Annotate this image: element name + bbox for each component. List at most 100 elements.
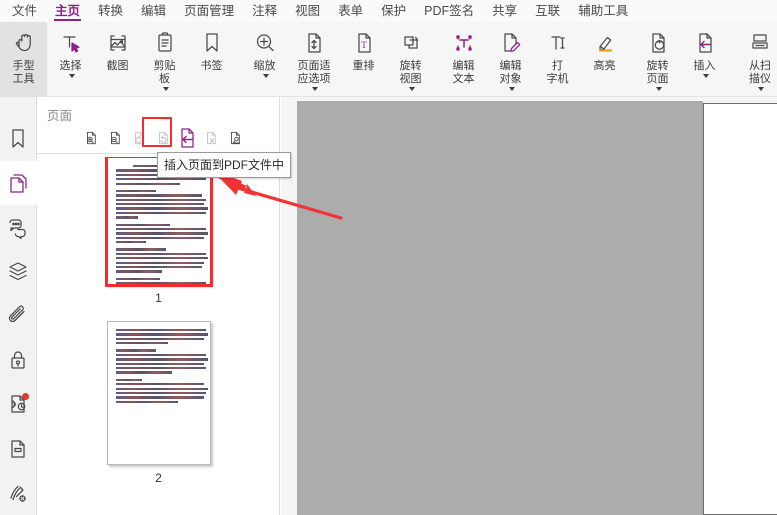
rail-item-article[interactable] xyxy=(0,427,37,471)
ribbon-button-rotate-view[interactable]: 旋转 视图 xyxy=(387,22,434,97)
thumbnail-text-line xyxy=(116,270,162,272)
chevron-down-icon[interactable] xyxy=(701,73,709,81)
menu-item-1[interactable]: 文件 xyxy=(0,0,46,22)
ribbon-button-snapshot[interactable]: 截图 xyxy=(94,22,141,97)
ribbon-button-insert-page[interactable]: 插入 xyxy=(681,22,728,97)
document-viewport[interactable] xyxy=(281,97,777,515)
edit-text-icon xyxy=(450,28,478,58)
ribbon-button-label: 书签 xyxy=(188,60,235,73)
ribbon-button-label: 剪贴 板 xyxy=(141,60,188,85)
ribbon-button-from-scanner[interactable]: 从扫 描仪 xyxy=(734,22,777,97)
chevron-down-icon[interactable] xyxy=(310,85,318,93)
menu-item-10[interactable]: PDF签名 xyxy=(415,0,483,22)
typewriter-icon xyxy=(544,28,572,58)
ribbon-button-zoom-in[interactable]: 缩放 xyxy=(241,22,288,97)
menu-item-11[interactable]: 共享 xyxy=(483,0,526,22)
ribbon-button-label: 编辑 文本 xyxy=(440,60,487,85)
rail-item-attachment[interactable] xyxy=(0,294,37,338)
page-thumbnail-item[interactable]: 1 xyxy=(37,157,280,321)
thumbnail-text-line xyxy=(116,266,202,268)
ribbon-button-label: 选择 xyxy=(47,60,94,73)
chevron-down-icon[interactable] xyxy=(756,85,764,93)
ribbon-button-edit-object[interactable]: 编辑 对象 xyxy=(487,22,534,97)
pdf-editor-window: 文件主页转换编辑页面管理注释视图表单保护PDF签名共享互联辅助工具 手型 工具选… xyxy=(0,0,777,515)
ribbon-button-label: 打 字机 xyxy=(534,60,581,85)
attachment-icon xyxy=(4,302,32,330)
insert-page-icon xyxy=(173,124,201,152)
delete-page-icon xyxy=(201,128,221,148)
chevron-down-icon[interactable] xyxy=(261,73,269,81)
menu-item-9[interactable]: 保护 xyxy=(372,0,415,22)
thumbnail-text-line xyxy=(116,190,156,192)
ribbon-button-bookmark[interactable]: 书签 xyxy=(188,22,235,97)
thumbnail-text-line xyxy=(116,203,204,205)
menu-item-2[interactable]: 主页 xyxy=(46,0,89,22)
ribbon-button-edit-text[interactable]: 编辑 文本 xyxy=(440,22,487,97)
thumbnail-text-line xyxy=(116,383,204,385)
panel-tool-zoom-out-page[interactable] xyxy=(103,126,127,150)
menu-item-5[interactable]: 页面管理 xyxy=(175,0,243,22)
page-thumbnail-list[interactable]: 12 xyxy=(37,157,280,515)
thumbnail-text-line xyxy=(116,262,204,264)
svg-text:T: T xyxy=(361,40,367,50)
panel-tool-insert-page[interactable] xyxy=(175,126,199,150)
thumbnail-text-line xyxy=(116,224,170,226)
edit-object-icon xyxy=(497,28,525,58)
menu-item-4[interactable]: 编辑 xyxy=(132,0,175,22)
ribbon-button-select-text[interactable]: 选择 xyxy=(47,22,94,97)
ribbon-button-label: 重排 xyxy=(340,60,387,73)
thumbnail-text-line xyxy=(116,257,208,259)
chevron-down-icon[interactable] xyxy=(161,85,169,93)
ribbon-button-fit-page[interactable]: 页面适 应选项 xyxy=(288,22,340,97)
rail-item-bookmark[interactable] xyxy=(0,117,37,161)
zoom-out-page-icon xyxy=(105,128,125,148)
thumbnail-text-line xyxy=(116,253,206,255)
thumbnail-text-line xyxy=(116,349,156,351)
thumbnail-text-line xyxy=(116,183,180,185)
panel-tool-zoom-in-page[interactable] xyxy=(79,126,103,150)
rail-item-digital-signature[interactable] xyxy=(0,382,37,426)
menu-item-6[interactable]: 注释 xyxy=(243,0,286,22)
ribbon-button-label: 截图 xyxy=(94,60,141,73)
thumbnail-text-line xyxy=(116,194,202,196)
rail-item-pages[interactable] xyxy=(0,161,37,205)
chevron-down-icon[interactable] xyxy=(407,85,415,93)
page-thumbnail[interactable] xyxy=(107,321,211,465)
menu-item-13[interactable]: 辅助工具 xyxy=(569,0,637,22)
chevron-down-icon[interactable] xyxy=(67,73,75,81)
thumbnail-text-line xyxy=(116,282,206,284)
page-number-label: 2 xyxy=(155,471,162,485)
ribbon-button-rotate-page[interactable]: 旋转 页面 xyxy=(634,22,681,97)
ribbon-button-highlight[interactable]: 高亮 xyxy=(581,22,628,97)
menu-item-8[interactable]: 表单 xyxy=(329,0,372,22)
thumbnail-text-line xyxy=(116,232,208,234)
menu-item-12[interactable]: 互联 xyxy=(526,0,569,22)
thumbnail-text-line xyxy=(116,212,206,214)
document-canvas-background xyxy=(297,101,703,515)
ribbon-button-label: 编辑 对象 xyxy=(487,60,534,85)
ribbon-button-reflow[interactable]: T 重排 xyxy=(340,22,387,97)
zoom-in-icon xyxy=(251,28,279,58)
rail-item-layers[interactable] xyxy=(0,250,37,294)
panel-tool-extract-page[interactable] xyxy=(223,126,247,150)
menu-item-3[interactable]: 转换 xyxy=(89,0,132,22)
thumbnail-text-line xyxy=(116,392,206,394)
rail-item-security-lock[interactable] xyxy=(0,338,37,382)
ribbon-button-label: 缩放 xyxy=(241,60,288,73)
ribbon-group-1: 手型 工具选择截图剪贴 板书签 xyxy=(0,22,235,96)
rail-item-comments[interactable] xyxy=(0,205,37,249)
clipboard-icon xyxy=(151,28,179,58)
thumbnail-text-line xyxy=(116,248,166,250)
thumbnail-text-line xyxy=(116,216,138,218)
menu-item-7[interactable]: 视图 xyxy=(286,0,329,22)
panel-tool-rotate-left xyxy=(127,126,151,150)
ribbon-button-typewriter[interactable]: 打 字机 xyxy=(534,22,581,97)
ribbon-button-clipboard[interactable]: 剪贴 板 xyxy=(141,22,188,97)
ribbon-group-3: 编辑 文本编辑 对象打 字机高亮 xyxy=(440,22,628,96)
page-thumbnail-item[interactable]: 2 xyxy=(37,321,280,501)
ribbon-toolbar: 手型 工具选择截图剪贴 板书签缩放页面适 应选项 T 重排旋转 视图编辑 文本编辑 … xyxy=(0,22,777,97)
chevron-down-icon[interactable] xyxy=(507,85,515,93)
ribbon-button-hand-tool[interactable]: 手型 工具 xyxy=(0,22,47,97)
chevron-down-icon[interactable] xyxy=(654,85,662,93)
rail-item-signature-pen[interactable] xyxy=(0,471,37,515)
